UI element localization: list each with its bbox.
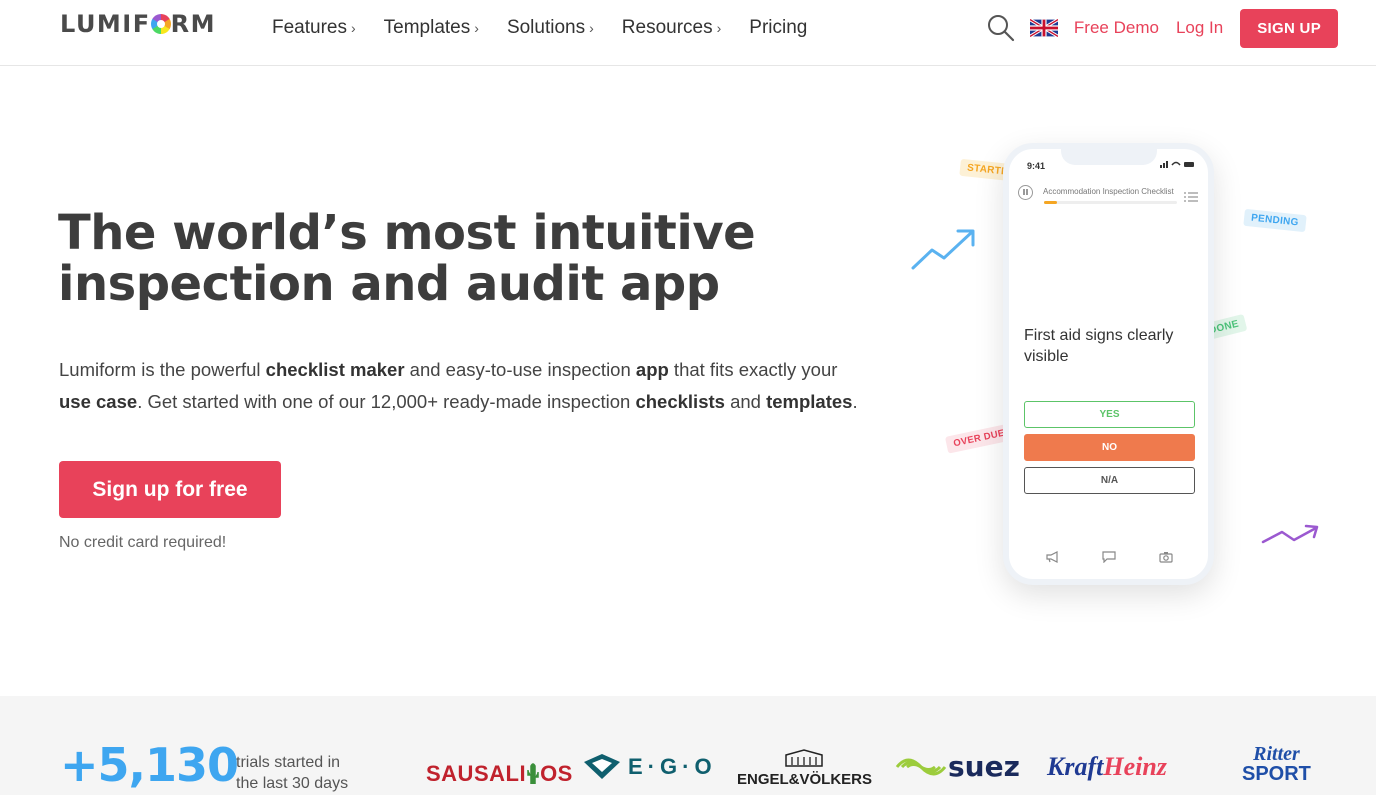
status-tag-pending: PENDING	[1243, 208, 1307, 233]
checklist-progress-bar	[1044, 201, 1177, 204]
cactus-icon	[527, 763, 539, 785]
inspection-question: First aid signs clearly visible	[1024, 327, 1174, 365]
menu-item-features[interactable]: Features ›	[272, 17, 356, 39]
desc-bold: checklist maker	[265, 359, 405, 380]
brand-text: Heinz	[1103, 752, 1167, 781]
camera-icon[interactable]	[1159, 551, 1173, 563]
phone-notch	[1061, 143, 1157, 165]
phone-mockup: 9:41 Accommodation Inspection Checklist …	[1003, 143, 1214, 585]
brand-logo-sausalitos: SAUSALI OS	[426, 761, 573, 787]
brand-text: suez	[948, 750, 1020, 783]
brand-logo-ritter-sport: Ritter SPORT	[1242, 744, 1311, 784]
main-menu: Features › Templates › Solutions › Resource…	[272, 17, 835, 39]
brand-logo-suez: suez	[894, 750, 1020, 783]
desc-text: that fits exactly your	[668, 359, 838, 380]
chevron-right-icon: ›	[716, 20, 722, 36]
ego-emblem-icon	[584, 754, 620, 779]
menu-item-templates[interactable]: Templates ›	[384, 17, 479, 39]
trend-up-blue-icon	[911, 229, 975, 270]
answer-na-button[interactable]: N/A	[1024, 467, 1195, 494]
pause-icon[interactable]	[1018, 185, 1033, 200]
signup-free-button[interactable]: Sign up for free	[59, 461, 281, 518]
menu-item-resources[interactable]: Resources ›	[622, 17, 722, 39]
desc-bold: use case	[59, 390, 138, 412]
checklist-title: Accommodation Inspection Checklist	[1043, 187, 1174, 196]
progress-fill	[1044, 201, 1058, 204]
phone-status-icons	[1160, 161, 1194, 168]
comment-icon[interactable]	[1102, 551, 1116, 563]
answer-yes-button[interactable]: YES	[1024, 401, 1195, 428]
building-icon	[785, 749, 823, 767]
trials-caption: trials started in the last 30 days	[236, 754, 349, 792]
brand-text: ENGEL&VÖLKERS	[737, 771, 873, 788]
no-credit-card-note: No credit card required!	[59, 534, 227, 551]
hero-title-line-1: The world’s most intuitive	[58, 205, 756, 261]
brand-logo-engel-voelkers: ENGEL&VÖLKERS	[737, 749, 873, 788]
search-icon[interactable]	[986, 13, 1016, 43]
uk-flag-icon[interactable]	[1029, 19, 1058, 37]
menu-item-label: Features	[272, 17, 347, 38]
logo-text-start: LUMIF	[60, 10, 151, 38]
answer-no-button[interactable]: NO	[1024, 434, 1195, 461]
trials-count: +5,130	[60, 738, 239, 792]
desc-bold: checklists	[635, 390, 725, 412]
menu-item-solutions[interactable]: Solutions ›	[507, 17, 594, 39]
hero-title-line-2: inspection and audit app	[58, 256, 720, 312]
brand-text: OS	[540, 761, 573, 786]
nav-actions: Free Demo Log In SIGN UP	[986, 8, 1338, 48]
suez-waves-icon	[895, 758, 947, 776]
login-link[interactable]: Log In	[1176, 18, 1223, 38]
list-icon[interactable]	[1184, 191, 1198, 203]
menu-item-label: Solutions	[506, 17, 586, 38]
menu-item-label: Pricing	[749, 17, 808, 38]
trend-up-purple-icon	[1261, 524, 1319, 544]
chevron-right-icon: ›	[350, 20, 356, 36]
hero-title: The world’s most intuitive inspection an…	[58, 208, 758, 310]
menu-item-pricing[interactable]: Pricing	[749, 17, 807, 39]
brand-logo-kraft-heinz: KraftHeinz	[1047, 752, 1167, 782]
menu-item-label: Resources	[621, 17, 713, 38]
logo-color-wheel-icon	[150, 14, 171, 34]
chevron-right-icon: ›	[474, 20, 479, 36]
chevron-right-icon: ›	[589, 20, 594, 36]
desc-text: and easy-to-use inspection	[404, 359, 636, 380]
desc-text: .	[852, 390, 858, 412]
signup-button[interactable]: SIGN UP	[1240, 8, 1338, 48]
desc-text: and	[724, 390, 767, 412]
desc-bold: app	[635, 359, 669, 380]
lumiform-logo[interactable]: LUMIF RM	[60, 10, 216, 38]
menu-item-label: Templates	[383, 17, 471, 38]
top-navbar: LUMIF RM Features › Templates › Solutions › …	[0, 0, 1376, 66]
brand-text: Ritter	[1253, 743, 1300, 765]
brand-logo-ego: E·G·O	[582, 752, 717, 780]
social-proof-strip: +5,130 trials started in the last 30 day…	[0, 696, 1376, 795]
free-demo-link[interactable]: Free Demo	[1074, 18, 1159, 38]
desc-text: Lumiform is the powerful	[59, 359, 266, 380]
desc-bold: templates	[766, 390, 853, 412]
brand-text: E·G·O	[628, 754, 717, 779]
megaphone-icon[interactable]	[1045, 551, 1059, 563]
desc-text: . Get started with one of our 12,000+ re…	[137, 390, 636, 412]
hero-description: Lumiform is the powerful checklist maker…	[59, 354, 859, 417]
brand-text: SAUSALI	[426, 761, 527, 786]
logo-text-end: RM	[170, 10, 217, 38]
brand-text: SPORT	[1242, 763, 1311, 785]
phone-clock: 9:41	[1027, 161, 1046, 171]
brand-text: Kraft	[1047, 752, 1104, 781]
